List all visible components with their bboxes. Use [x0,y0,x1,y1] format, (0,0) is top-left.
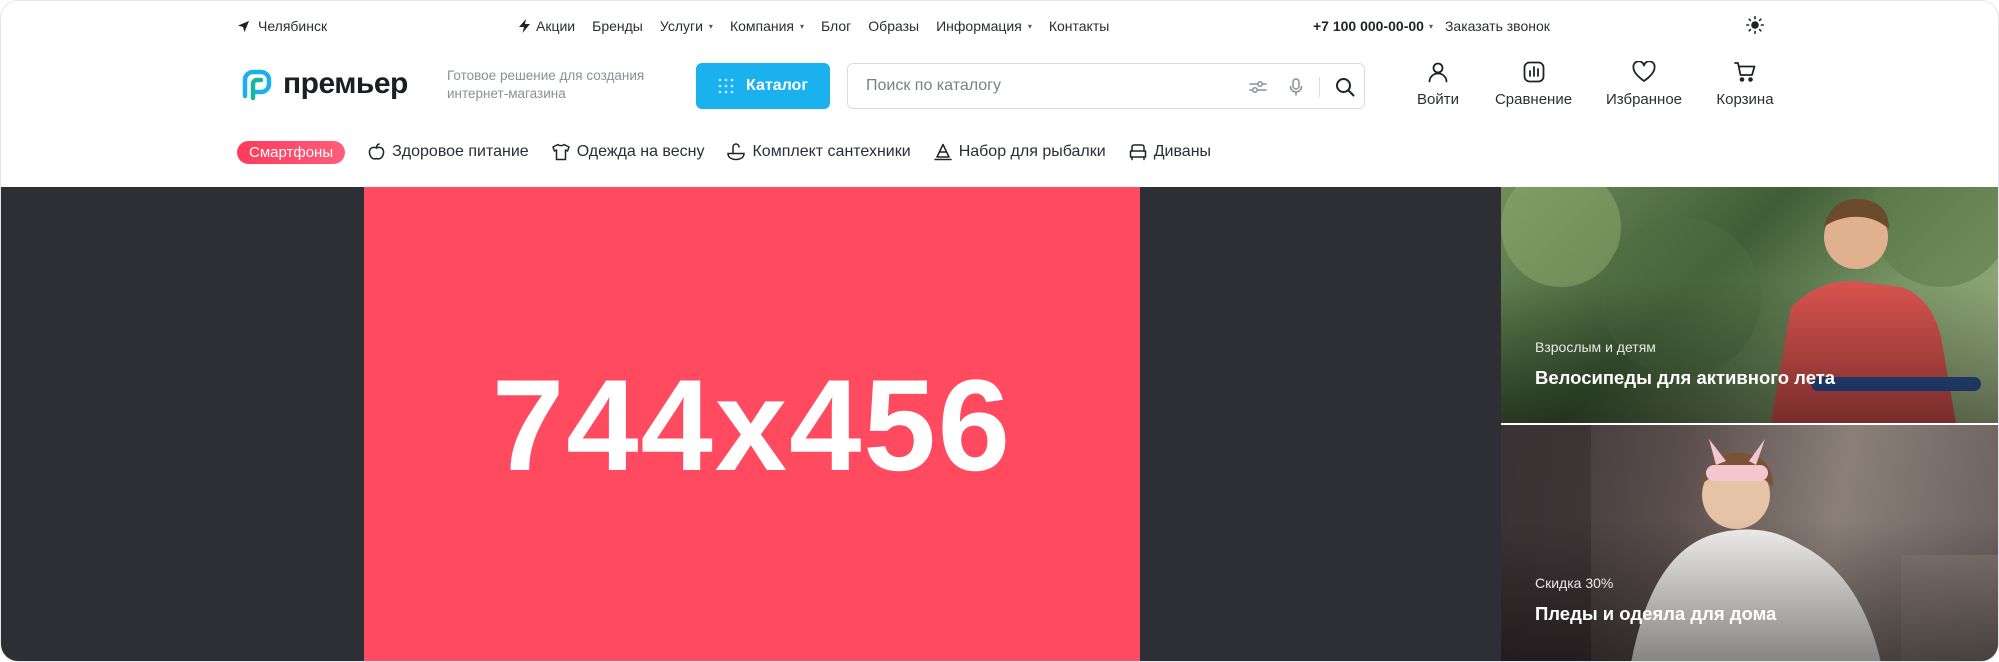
city-label: Челябинск [258,18,328,34]
tag-healthy-food[interactable]: Здоровое питание [368,143,529,161]
caret-down-icon: ▾ [708,21,713,31]
nav-label: Акции [536,18,576,34]
faucet-icon [727,143,746,161]
tagline: Готовое решение для создания интернет-ма… [447,68,645,101]
header-actions: Войти Сравнение Избранное Корзина [1391,59,1783,108]
location-arrow-icon [237,20,250,32]
microphone-icon [1289,78,1303,96]
sofa-icon [1129,144,1146,161]
phone-selector[interactable]: +7 100 000-00-00 ▾ [1313,18,1433,34]
search-icon [1336,78,1355,97]
tag-smartphones[interactable]: Смартфоны [237,140,346,164]
promo-banner-bikes[interactable]: Взрослым и детям Велосипеды для активног… [1501,187,1998,423]
city-selector[interactable]: Челябинск [237,18,327,34]
nav-label: Компания [729,18,795,34]
nav-item-company[interactable]: Компания ▾ [730,18,804,34]
caret-down-icon: ▾ [800,21,805,31]
sliders-icon [1249,81,1267,93]
divider [1319,77,1320,97]
cart-icon [1734,62,1756,82]
logo-text: премьер [283,67,408,100]
compare-button[interactable]: Сравнение [1487,59,1580,108]
tag-sofas[interactable]: Диваны [1129,143,1211,161]
grid-dots-icon [718,78,734,94]
filter-button[interactable] [1239,64,1277,110]
favorites-button[interactable]: Избранное [1599,59,1689,108]
tag-spring-clothes[interactable]: Одежда на весну [551,143,705,161]
nav-label: Контакты [1048,18,1110,34]
lightning-icon [519,19,530,33]
action-label: Сравнение [1494,91,1573,108]
action-label: Избранное [1605,91,1683,108]
nav-item-contacts[interactable]: Контакты [1049,18,1109,34]
promo-shade [1501,520,1998,661]
login-button[interactable]: Войти [1391,59,1485,108]
tag-label: Набор для рыбалки [958,143,1106,160]
contacts: +7 100 000-00-00 ▾ Заказать звонок [1313,18,1550,34]
catalog-button[interactable]: Каталог [696,63,830,109]
search-box [847,63,1365,109]
nav-item-blog[interactable]: Блог [821,18,851,34]
compare-icon [1523,61,1544,83]
hero-banner[interactable]: 744x456 [1,187,1501,661]
search-button[interactable] [1326,64,1364,110]
promo-subtitle: Скидка 30% [1535,575,1614,591]
tag-fishing-set[interactable]: Набор для рыбалки [933,143,1106,161]
logo-icon [242,69,272,101]
nav-label: Образы [868,18,920,34]
search-input[interactable] [848,77,1208,95]
tag-label: Одежда на весну [576,143,705,160]
heart-icon [1632,61,1656,82]
voice-search-button[interactable] [1277,64,1315,110]
tag-label: Диваны [1153,143,1212,160]
search-tools [1239,64,1364,110]
action-label: Корзина [1716,91,1774,108]
nav-item-info[interactable]: Информация ▾ [936,18,1032,34]
nav-item-sales[interactable]: Акции [519,18,575,34]
hero-placeholder-text: 744x456 [491,352,1013,498]
nav-label: Информация [936,18,1022,34]
nav-item-looks[interactable]: Образы [868,18,919,34]
action-label: Войти [1417,91,1459,108]
nav-label: Блог [821,18,852,34]
nav-item-services[interactable]: Услуги ▾ [660,18,713,34]
promo-title: Велосипеды для активного лета [1535,367,1836,388]
callback-link[interactable]: Заказать звонок [1445,18,1550,34]
cart-button[interactable]: Корзина [1707,59,1783,108]
user-icon [1428,62,1448,83]
tag-label: Смартфоны [249,143,334,161]
top-nav: Акции Бренды Услуги ▾ Компания ▾ Блог Об… [519,18,1109,34]
logo[interactable]: премьер [237,66,408,102]
nav-item-brands[interactable]: Бренды [592,18,643,34]
sun-icon [1746,16,1765,35]
phone-number: +7 100 000-00-00 [1313,18,1424,34]
promo-subtitle: Взрослым и детям [1535,339,1656,355]
header: премьер Готовое решение для создания инт… [237,61,1774,113]
page: Челябинск Акции Бренды Услуги ▾ Компания… [0,0,1999,662]
nav-label: Услуги [659,18,703,34]
catalog-label: Каталог [746,77,808,94]
tag-label: Комплект сантехники [752,143,911,160]
caret-down-icon: ▾ [1428,21,1433,31]
shirt-icon [551,143,570,161]
promo-banner-blankets[interactable]: Скидка 30% Пледы и одеяла для дома [1501,425,1998,661]
caret-down-icon: ▾ [1027,21,1032,31]
tag-label: Здоровое питание [392,143,529,160]
top-bar: Челябинск Акции Бренды Услуги ▾ Компания… [237,13,1765,39]
promo-title: Пледы и одеяла для дома [1535,603,1777,624]
quick-tags: Смартфоны Здоровое питание Одежда на вес… [237,138,1764,166]
fishing-icon [933,143,952,161]
hero-slide[interactable]: 744x456 [364,187,1140,661]
apple-icon [368,143,385,160]
theme-toggle[interactable] [1746,16,1765,37]
nav-label: Бренды [592,18,643,34]
tag-plumbing-set[interactable]: Комплект сантехники [727,143,911,161]
